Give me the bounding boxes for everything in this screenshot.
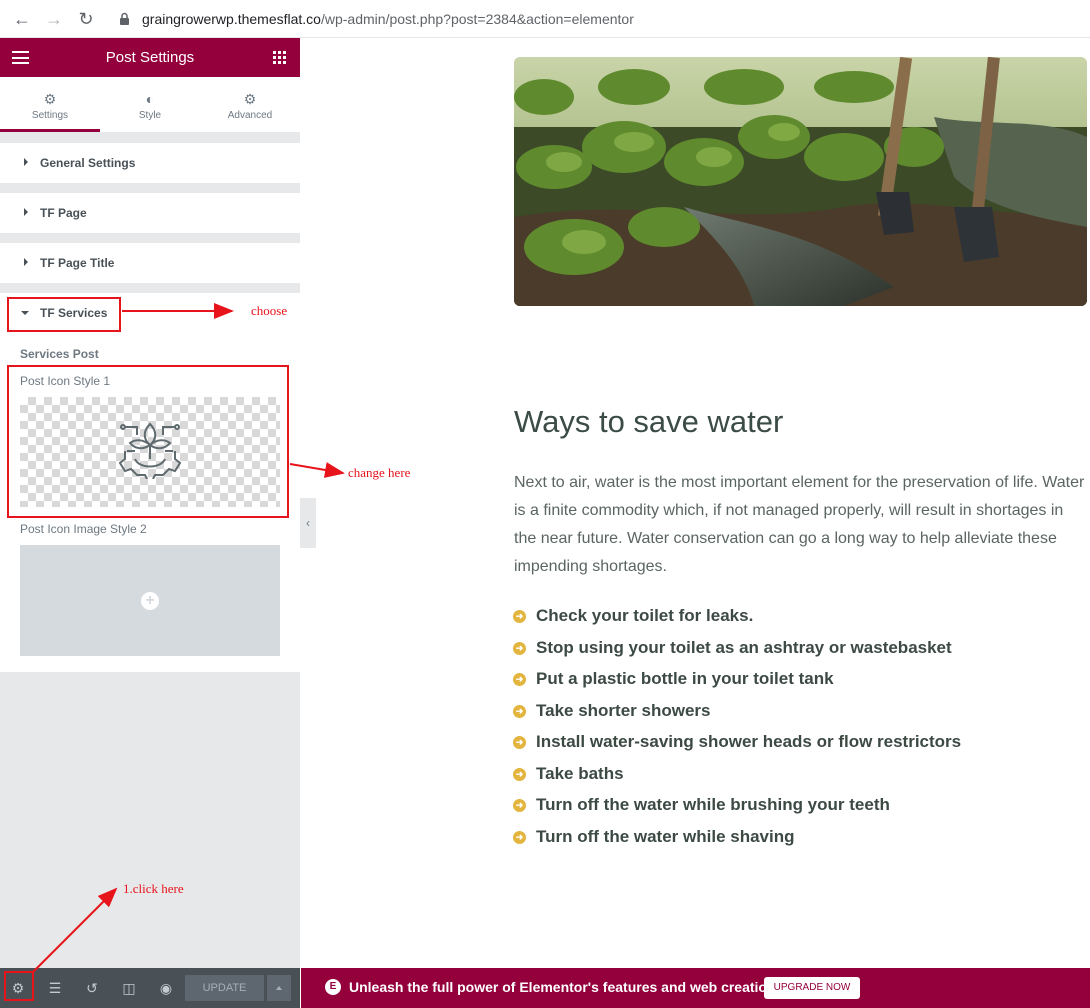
garden-photo bbox=[514, 57, 1087, 306]
tip-text: Take shorter showers bbox=[536, 700, 711, 720]
content-heading: Ways to save water bbox=[514, 404, 784, 439]
arrow-circle-icon: ➜ bbox=[513, 736, 526, 749]
list-item: ➜ Turn off the water while brushing your … bbox=[513, 792, 961, 824]
arrow-circle-icon: ➜ bbox=[513, 673, 526, 686]
tip-text: Turn off the water while shaving bbox=[536, 826, 795, 846]
promo-bar: E Unleash the full power of Elementor's … bbox=[301, 968, 1090, 1008]
list-item: ➜ Take baths bbox=[513, 761, 961, 793]
annotation-click-here: 1.click here bbox=[123, 881, 184, 896]
tips-list: ➜ Check your toilet for leaks. ➜ Stop usin… bbox=[513, 603, 961, 855]
tip-text: Check your toilet for leaks. bbox=[536, 606, 754, 625]
tip-text: Install water-saving shower heads or flo… bbox=[536, 732, 962, 751]
list-item: ➜ Turn off the water while shaving bbox=[513, 824, 961, 856]
list-item: ➜ Stop using your toilet as an ashtray or… bbox=[513, 635, 961, 667]
content-intro: Next to air, water is the most important… bbox=[514, 474, 1085, 575]
list-item: ➜ Check your toilet for leaks. bbox=[513, 603, 961, 635]
tip-text: Put a plastic bottle in your toilet tank bbox=[536, 669, 834, 688]
tip-text: Take baths bbox=[536, 763, 624, 783]
arrow-circle-icon: ➜ bbox=[513, 799, 526, 812]
tip-text: Stop using your toilet as an ashtray or … bbox=[536, 637, 952, 657]
arrow-circle-icon: ➜ bbox=[513, 704, 526, 718]
elementor-logo-icon: E bbox=[325, 979, 341, 995]
hero-image bbox=[514, 57, 1087, 306]
annotation-choose: choose bbox=[251, 303, 288, 318]
list-item: ➜ Put a plastic bottle in your toilet tan… bbox=[513, 666, 961, 698]
arrow-circle-icon: ➜ bbox=[513, 830, 526, 844]
annotation-change-here: change here bbox=[348, 465, 411, 480]
arrow-circle-icon: ➜ bbox=[513, 767, 526, 781]
list-item: ➜ Install water-saving shower heads or fl… bbox=[513, 729, 961, 761]
tip-text: Turn off the water while brushing your t… bbox=[536, 795, 890, 814]
arrow-circle-icon: ➜ bbox=[513, 641, 526, 655]
list-item: ➜ Take shorter showers bbox=[513, 698, 961, 730]
upgrade-now-button[interactable]: UPGRADE NOW bbox=[764, 977, 860, 999]
promo-message: Unleash the full power of Elementor's fe… bbox=[349, 979, 817, 995]
arrow-circle-icon: ➜ bbox=[513, 610, 526, 623]
